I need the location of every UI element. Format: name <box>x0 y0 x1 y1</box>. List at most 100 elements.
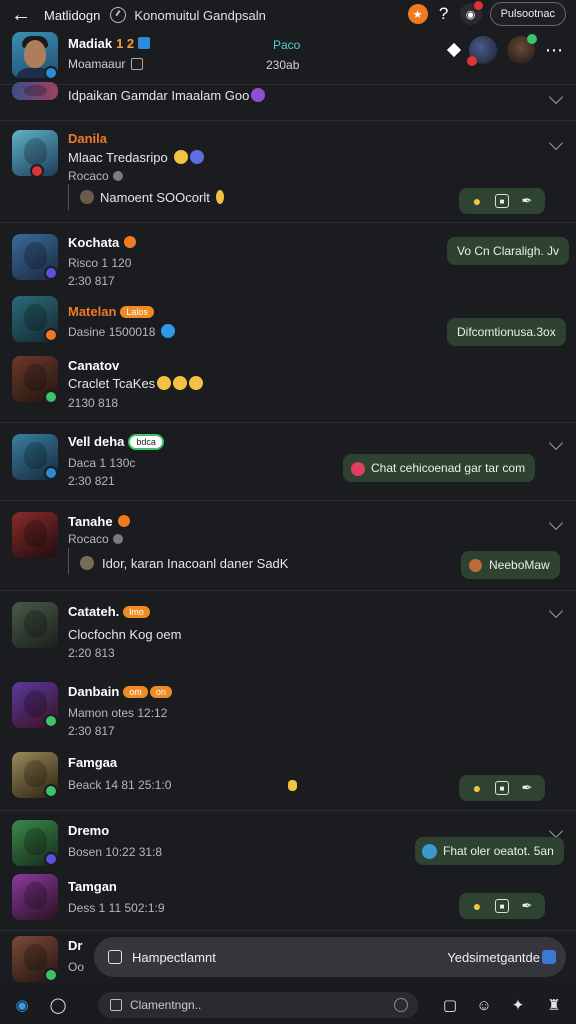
globe-icon <box>422 844 437 859</box>
item-meta: Beack 14 81 25:1:0 <box>68 778 172 792</box>
chevron-down-icon[interactable] <box>548 89 564 105</box>
emoji-icon <box>469 559 482 572</box>
bolt-icon[interactable]: ● <box>469 780 485 796</box>
item-name[interactable]: Dremo <box>68 823 109 838</box>
robot-icon[interactable]: ♜ <box>544 995 564 1015</box>
floating-search-text: Hampectlamnt <box>132 949 216 965</box>
chevron-down-icon[interactable] <box>548 515 564 531</box>
edit-icon[interactable]: ✒ <box>519 898 535 914</box>
action-bar: ● ■ ✒ <box>459 188 545 214</box>
item-name[interactable]: Kochata <box>68 235 137 250</box>
emoji-icon <box>173 376 188 390</box>
share-icon[interactable]: ✦ <box>508 995 528 1015</box>
tag-badge: Lalos <box>120 306 154 318</box>
status-dot <box>117 515 130 527</box>
item-meta: Bosen 10:22 31:8 <box>68 845 163 859</box>
square-icon[interactable]: ■ <box>495 781 509 795</box>
attach-icon[interactable] <box>110 999 122 1011</box>
floating-search-right-label[interactable]: Yedsimetgantde <box>447 950 540 965</box>
bolt-icon[interactable]: ● <box>469 898 485 914</box>
floating-search-bar[interactable]: Hampectlamnt Yedsimetgantde <box>94 937 566 977</box>
app-title: Matlidogn <box>44 7 101 23</box>
square-icon[interactable]: ■ <box>495 194 509 208</box>
item-name[interactable]: Dr <box>68 938 82 953</box>
item-line: Daca 1 130c <box>68 456 136 470</box>
item-name[interactable]: Danbain om on <box>68 684 172 699</box>
profile-name: Madiak <box>68 36 113 51</box>
item-name[interactable]: Famgaa <box>68 755 117 770</box>
sticker-icon[interactable]: ▢ <box>440 995 460 1015</box>
clock-icon[interactable] <box>394 998 408 1012</box>
item-name[interactable]: Danila <box>68 131 107 146</box>
item-meta: Oo <box>68 960 85 974</box>
item-line: Clocfochn Kog oem <box>68 627 182 642</box>
copy-icon[interactable] <box>131 58 144 70</box>
item-meta: 2:20 813 <box>68 646 115 660</box>
top-action-pill[interactable]: Pulsootnac <box>489 2 566 26</box>
item-meta: 2:30 821 <box>68 474 115 488</box>
item-name[interactable]: Tanahe <box>68 514 130 529</box>
item-line: Mlaac Tredasripo <box>68 150 204 165</box>
avatar[interactable] <box>12 874 58 920</box>
chevron-down-icon[interactable] <box>548 603 564 619</box>
tag-badge: om <box>123 686 148 698</box>
edit-icon[interactable]: ✒ <box>519 780 535 796</box>
status-badge <box>44 466 58 480</box>
member-avatar-1[interactable] <box>467 36 497 66</box>
status-dot <box>124 236 137 248</box>
more-options-icon[interactable]: ⋯ <box>545 40 564 61</box>
orange-badge-icon[interactable]: ★ <box>407 4 428 24</box>
avatar[interactable] <box>12 82 58 100</box>
item-name[interactable]: Catateh. lmo <box>68 604 150 619</box>
question-icon[interactable]: ? <box>436 4 452 24</box>
edit-icon[interactable]: ✒ <box>519 193 535 209</box>
item-name[interactable]: Canatov <box>68 358 119 373</box>
notification-icon[interactable]: ◉ <box>459 1 483 25</box>
comment-field[interactable] <box>130 998 370 1012</box>
profile-center-label: Paco <box>273 38 301 52</box>
emoji-icon <box>351 462 365 476</box>
item-line: Mamon otes 12:12 <box>68 706 168 720</box>
emoji-icon <box>157 376 172 390</box>
item-name[interactable]: Vell deha bdca <box>68 434 164 450</box>
item-meta: 2:30 817 <box>68 724 115 738</box>
avatar[interactable] <box>12 602 58 648</box>
status-dot <box>112 171 123 181</box>
diamond-icon[interactable] <box>446 42 462 58</box>
message-bubble[interactable]: Fhat oler oeatot. 5an <box>415 837 564 865</box>
comment-input[interactable] <box>98 992 418 1018</box>
top-bar: ← Matlidogn Konomuitul Gandpsaln ★ ? ◉ P… <box>0 0 576 30</box>
app-subtitle: Konomuitul Gandpsaln <box>134 7 266 23</box>
status-badge <box>44 266 58 280</box>
message-bubble[interactable]: Chat cehicoenad gar tar com <box>343 454 536 482</box>
item-meta: Rocaco <box>68 169 123 183</box>
status-badge <box>30 164 44 178</box>
item-name[interactable]: Matelan Lalos <box>68 304 154 319</box>
grid-icon[interactable] <box>542 950 556 964</box>
emoji-icon <box>189 150 204 164</box>
item-name[interactable]: Tamgan <box>68 879 117 894</box>
avatar[interactable] <box>12 512 58 558</box>
tag-badge: on <box>149 686 172 698</box>
chevron-down-icon[interactable] <box>548 135 564 151</box>
message-bubble[interactable]: NeeboMaw <box>461 551 560 579</box>
timer-icon[interactable]: ◯ <box>48 995 68 1015</box>
chevron-down-icon[interactable] <box>548 435 564 451</box>
clock-icon[interactable] <box>110 7 127 23</box>
globe-icon[interactable]: ◉ <box>12 995 32 1015</box>
member-avatar-2[interactable] <box>507 34 537 64</box>
top-snippet: Idpaikan Gamdar Imaalam Goo <box>68 88 266 103</box>
message-bubble[interactable]: Difcomtionusa.3ox <box>447 318 566 346</box>
bolt-icon[interactable]: ● <box>469 193 485 209</box>
square-icon[interactable]: ■ <box>495 899 509 913</box>
item-meta: Dess 1 11 502:1:9 <box>68 901 165 915</box>
bottom-bar: ◉ ◯ ▢ ☺ ✦ ♜ <box>0 986 576 1024</box>
status-badge <box>44 852 58 866</box>
chevron-down-icon[interactable] <box>548 823 564 839</box>
action-bar: ● ■ ✒ <box>459 893 545 919</box>
message-bubble[interactable]: Vo Cn Claraligh. Jv <box>447 237 570 265</box>
back-arrow-icon[interactable]: ← <box>8 2 34 28</box>
emoji-icon[interactable]: ☺ <box>474 995 494 1015</box>
quote-text: Namoent SOOcorlt <box>78 190 224 205</box>
profile-name-line: Madiak 1 2 <box>68 36 151 51</box>
